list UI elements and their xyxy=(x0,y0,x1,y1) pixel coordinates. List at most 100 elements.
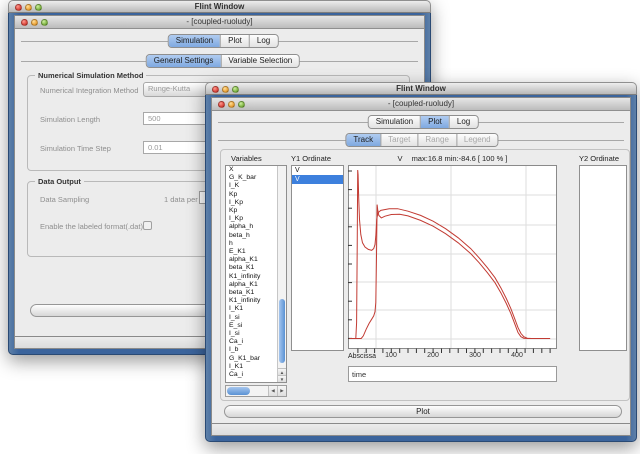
list-item[interactable]: beta_h xyxy=(226,232,277,240)
minimize-button[interactable] xyxy=(25,4,32,11)
close-button[interactable] xyxy=(15,4,22,11)
tab-general-settings[interactable]: General Settings xyxy=(147,55,221,67)
tab-log[interactable]: Log xyxy=(449,116,477,128)
list-item[interactable]: Ca_i xyxy=(226,338,277,346)
field-value: 0.01 xyxy=(148,143,163,152)
abscissa-label: Abscissa xyxy=(348,353,376,360)
zoom-button[interactable] xyxy=(232,86,239,93)
x-axis-tick-label: 100 xyxy=(382,352,400,359)
zoom-button[interactable] xyxy=(35,4,42,11)
list-item[interactable]: Ca_i xyxy=(226,371,277,379)
traffic-lights xyxy=(212,86,239,93)
x-axis-labels: Abscissa 100200300400 xyxy=(348,352,557,362)
variables-rows: XG_K_barI_KKpI_KpKpI_Kpalpha_hbeta_hhE_K… xyxy=(226,166,277,382)
list-item[interactable]: K1_infinity xyxy=(226,297,277,305)
integration-method-label: Numerical Integration Method xyxy=(40,86,138,95)
combobox-value: Runge-Kutta xyxy=(148,84,190,93)
window-title: Flint Window xyxy=(396,84,446,93)
x-axis-tick-label: 200 xyxy=(424,352,442,359)
list-item[interactable]: I_K1 xyxy=(226,305,277,313)
list-item[interactable]: X xyxy=(226,166,277,174)
labeled-format-checkbox[interactable] xyxy=(143,221,152,230)
list-item[interactable]: V xyxy=(292,166,343,175)
mdi-child-window: - [coupled-ruoludy] SimulationPlotLog Tr… xyxy=(211,97,631,424)
chart-stats: max:16.8 min:-84.6 [ 100 % ] xyxy=(412,154,508,163)
tab-variable-selection[interactable]: Variable Selection xyxy=(220,55,299,67)
scroll-right-icon[interactable]: ▶ xyxy=(277,386,286,396)
track-panel: Variables Y1 Ordinate Vmax:16.8 min:-84.… xyxy=(220,149,630,401)
list-item[interactable]: alpha_K1 xyxy=(226,256,277,264)
list-item[interactable]: E_si xyxy=(226,322,277,330)
plot-button[interactable]: Plot xyxy=(224,405,622,418)
child-body: SimulationPlotLog TrackTargetRangeLegend… xyxy=(212,111,630,423)
list-item[interactable]: I_K1 xyxy=(226,363,277,371)
list-item[interactable]: alpha_h xyxy=(226,223,277,231)
tab-plot[interactable]: Plot xyxy=(420,116,449,128)
traffic-lights xyxy=(218,101,245,108)
window-titlebar[interactable]: Flint Window xyxy=(8,0,431,13)
tab-track[interactable]: Track xyxy=(346,134,380,146)
tab-target[interactable]: Target xyxy=(380,134,417,146)
list-item[interactable]: I_si xyxy=(226,330,277,338)
status-bar xyxy=(211,424,631,436)
settings-subtabs: General SettingsVariable Selection xyxy=(146,54,300,68)
tab-log[interactable]: Log xyxy=(249,35,277,47)
abscissa-input[interactable] xyxy=(348,366,557,382)
child-titlebar[interactable]: - [coupled-ruoludy] xyxy=(212,98,630,111)
list-item[interactable]: alpha_K1 xyxy=(226,281,277,289)
y1-ordinate-label: Y1 Ordinate xyxy=(291,154,331,163)
scroll-up-icon[interactable]: ▲ xyxy=(278,368,286,375)
list-item[interactable]: V xyxy=(292,175,343,184)
vertical-scrollbar[interactable]: ▲ ▼ xyxy=(277,166,286,382)
tab-simulation[interactable]: Simulation xyxy=(369,116,420,128)
variables-label: Variables xyxy=(231,154,262,163)
plot-area xyxy=(348,165,557,349)
y2-ordinate-listbox[interactable] xyxy=(579,165,627,351)
labeled-format-label: Enable the labeled format(.dat) xyxy=(40,222,143,231)
field-value: 500 xyxy=(148,114,161,123)
list-item[interactable]: Kp xyxy=(226,191,277,199)
minimize-button[interactable] xyxy=(31,19,38,26)
list-item[interactable]: h xyxy=(226,240,277,248)
list-item[interactable]: G_K_bar xyxy=(226,174,277,182)
scroll-left-icon[interactable]: ◀ xyxy=(268,386,277,396)
list-item[interactable]: beta_K1 xyxy=(226,289,277,297)
window-titlebar[interactable]: Flint Window xyxy=(205,82,637,95)
horizontal-scrollbar[interactable]: ◀ ▶ xyxy=(225,385,287,397)
main-tabs: SimulationPlotLog xyxy=(368,115,479,129)
list-item[interactable]: I_Kp xyxy=(226,215,277,223)
list-item[interactable]: G_K1_bar xyxy=(226,355,277,363)
zoom-button[interactable] xyxy=(41,19,48,26)
list-item[interactable]: I_K xyxy=(226,182,277,190)
minimize-button[interactable] xyxy=(228,101,235,108)
tab-range[interactable]: Range xyxy=(417,134,456,146)
front-window: Flint Window - [coupled-ruoludy] Simulat… xyxy=(205,82,637,442)
tab-legend[interactable]: Legend xyxy=(456,134,498,146)
tab-plot[interactable]: Plot xyxy=(220,35,249,47)
zoom-button[interactable] xyxy=(238,101,245,108)
child-window-title: - [coupled-ruoludy] xyxy=(388,99,454,108)
child-titlebar[interactable]: - [coupled-ruoludy] xyxy=(15,16,424,29)
close-button[interactable] xyxy=(212,86,219,93)
variables-listbox[interactable]: XG_K_barI_KKpI_KpKpI_Kpalpha_hbeta_hhE_K… xyxy=(225,165,287,383)
scrollbar-thumb[interactable] xyxy=(279,299,285,363)
list-item[interactable]: E_K1 xyxy=(226,248,277,256)
group-title: Data Output xyxy=(35,177,84,186)
list-item[interactable]: beta_K1 xyxy=(226,264,277,272)
tab-simulation[interactable]: Simulation xyxy=(169,35,220,47)
list-item[interactable]: I_si xyxy=(226,314,277,322)
list-item[interactable]: I_Kp xyxy=(226,199,277,207)
scroll-down-icon[interactable]: ▼ xyxy=(278,375,286,382)
traffic-lights xyxy=(15,4,42,11)
close-button[interactable] xyxy=(218,101,225,108)
traffic-lights xyxy=(21,19,48,26)
list-item[interactable]: Kp xyxy=(226,207,277,215)
list-item[interactable]: I_b xyxy=(226,346,277,354)
close-button[interactable] xyxy=(21,19,28,26)
scrollbar-thumb[interactable] xyxy=(227,387,250,395)
simulation-time-step-label: Simulation Time Step xyxy=(40,144,111,153)
y1-ordinate-listbox[interactable]: VV xyxy=(291,165,344,351)
window-frame: - [coupled-ruoludy] SimulationPlotLog Tr… xyxy=(205,95,637,442)
minimize-button[interactable] xyxy=(222,86,229,93)
list-item[interactable]: K1_infinity xyxy=(226,273,277,281)
